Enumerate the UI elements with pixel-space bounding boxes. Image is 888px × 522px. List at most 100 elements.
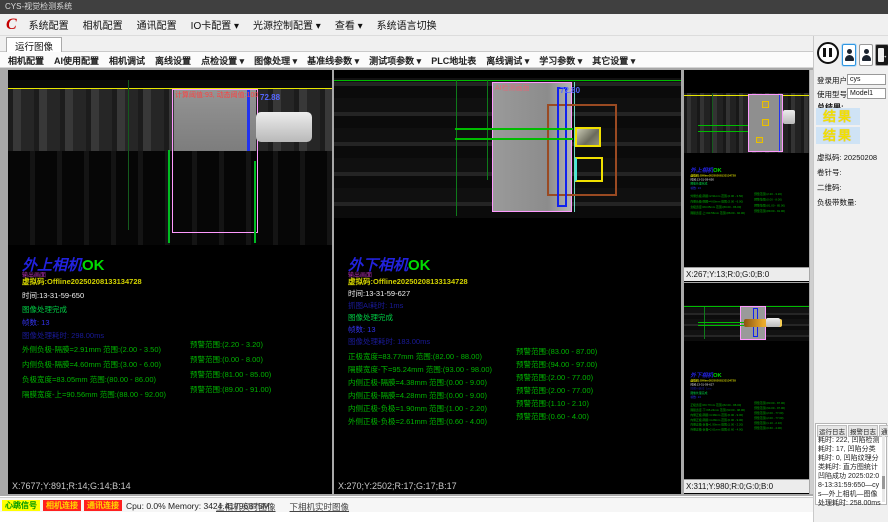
log-scrollbar[interactable] (882, 436, 885, 502)
toolbar-item[interactable]: 相机调试 (109, 56, 145, 66)
status-badge: 相机连接 (43, 500, 81, 511)
info-field-row: 负极带数量: (817, 197, 857, 208)
mini-camera-image-upper[interactable] (684, 93, 809, 153)
cursor-coordinates: X:311;Y:980;R:0;G:0;B:0 (686, 482, 773, 491)
result-indicator: 结果 (816, 108, 860, 125)
exit-button[interactable] (875, 44, 888, 66)
measurement-row: 内侧正极-隔膜=4.38mm 范围:(0.00 - 9.00) 预警范围:(2.… (348, 372, 679, 385)
baseline-yellow-line (8, 88, 332, 89)
time-line: 时间:13-31-59-650 (22, 290, 84, 301)
info-field-row: 卷针号: (817, 167, 842, 178)
process-done-line: 图像处理完成 (22, 304, 67, 315)
measure-green-line-1 (455, 128, 573, 130)
marker-yellow-3 (756, 137, 763, 143)
camera-panel-lower: AI检测画面 72.80 外下相机OK 输出画面 虚拟码:Offline2025… (334, 70, 681, 494)
log-text: 耗时: 222, 凹陷检测耗时: 17, 凹陷分类耗时: 0, 凹陷纹理分类耗时… (818, 436, 882, 508)
process-done-line: 图像处理完成 (348, 312, 393, 323)
menu-item[interactable]: 系统语言切换 (377, 21, 437, 32)
login-user-button[interactable] (842, 44, 856, 66)
camera-panel-upper: 计算阈值:93, 动态阈值:100 72.88 外上相机OK 输出画面 虚拟码:… (8, 70, 332, 494)
roi-rect-pink (172, 89, 258, 233)
barcode-line: 虚拟码:Offline20250208133134728 (22, 276, 142, 287)
camera-image-upper[interactable]: 计算阈值:93, 动态阈值:100 72.88 (8, 80, 332, 245)
defect-box-yellow-2 (575, 157, 603, 182)
measurement-row: 外侧负极-隔膜=2.91mm 范围:(2.00 - 3.50) 预警范围:(2.… (22, 339, 330, 354)
baseline-green-vertical-2 (487, 80, 488, 180)
toolbar-item[interactable]: 点检设置 ▾ (201, 56, 244, 66)
user-manage-button[interactable] (859, 44, 873, 66)
measurement-row: 负极宽度=83.05mm 范围:(80.00 - 86.00) 预警范围:(81… (22, 369, 330, 384)
gauge-blue-line (779, 95, 780, 151)
app-window: CYS-视觉检测系统 C 系统配置相机配置通讯配置IO卡配置 ▾光源控制配置 ▾… (0, 0, 888, 522)
measurement-row: 外侧正极-负极=2.61mm 范围:(0.60 - 4.00) 预警范围:(0.… (348, 411, 679, 424)
measurement-row: 正极宽度=83.77mm 范围:(82.00 - 88.00) 预警范围:(83… (348, 346, 679, 359)
baseline-yellow-line (684, 95, 809, 96)
menu-item[interactable]: 光源控制配置 ▾ (253, 21, 321, 32)
menu-bar: C 系统配置相机配置通讯配置IO卡配置 ▾光源控制配置 ▾查看 ▾系统语言切换 (0, 14, 888, 36)
time-line: 时间:13-31-59-627 (348, 288, 410, 299)
gauge-value-text: 72.80 (560, 86, 580, 95)
camera-image-link[interactable]: 上相机实时图像 (216, 501, 276, 513)
measurement-list: 外侧负极-隔膜=2.91mm 范围:(2.00 - 3.50) 预警范围:(2.… (22, 339, 330, 399)
mini-camera-image-lower[interactable] (684, 305, 809, 341)
cursor-coordinates: X:270;Y:2502;R:17;G:17;B:17 (338, 481, 457, 491)
measurement-list: 正极宽度=83.77mm 范围:(82.00 - 88.00) 预警范围:(83… (348, 346, 679, 424)
menu-item[interactable]: 相机配置 (83, 21, 123, 32)
menu-item[interactable]: 通讯配置 (137, 21, 177, 32)
toolbar-item[interactable]: 学习参数 ▾ (539, 56, 582, 66)
mini-status-bar: X:311;Y:980;R:0;G:0;B:0 (684, 479, 809, 493)
status-badge: 心跳信号 (2, 500, 40, 511)
tool-bar: 相机配置 AI使用配置相机调试离线设置点检设置 ▾ 图像处理 ▾ 基准线参数 ▾ 测试项… (0, 52, 813, 68)
toolbar-item[interactable]: 离线调试 ▾ (486, 56, 529, 66)
toolbar-item[interactable]: PLC地址表 (431, 56, 476, 66)
toolbar-item[interactable]: 测试项参数 ▾ (369, 56, 421, 66)
main-area: 计算阈值:93, 动态阈值:100 72.88 外上相机OK 输出画面 虚拟码:… (0, 68, 813, 496)
measurement-row: 隔膜宽度-上=90.56mm 范围:(88.00 - 92.00) 预警范围:(… (22, 384, 330, 399)
camera-image-links: 上相机实时图像 下相机实时图像 (216, 501, 349, 513)
marker-yellow-1 (762, 101, 769, 108)
toolbar-item[interactable]: 基准线参数 ▾ (307, 56, 359, 66)
baseline-green-line (128, 80, 129, 230)
pause-button[interactable] (817, 42, 839, 64)
toolbar-item[interactable]: 离线设置 (155, 56, 191, 66)
menu-item[interactable]: IO卡配置 ▾ (191, 21, 239, 32)
cursor-coordinates: X:7677;Y:891;R:14;G:14;B:14 (12, 481, 131, 491)
window-title: CYS-视觉检测系统 (5, 2, 72, 11)
gauge-blue-rect (557, 87, 567, 207)
barcode-line: 虚拟码:Offline20250208133134728 (348, 276, 468, 287)
toolbar-item[interactable]: AI使用配置 (54, 56, 99, 66)
connector-part (766, 318, 780, 327)
measurement-row: 内侧正极-负极=1.90mm 范围:(1.00 - 2.20) 预警范围:(1.… (348, 398, 679, 411)
marker-yellow-2 (762, 119, 769, 126)
camera-image-lower[interactable]: AI检测画面 72.80 (334, 78, 681, 218)
mini-panel-upper: 外上相机OK 虚拟码:Offline20250208133134728 时间:1… (684, 70, 809, 282)
gauge-value-text: 72.88 (260, 93, 280, 102)
info-field-row: 虚拟码: 20250208 (817, 152, 877, 163)
toolbar-item[interactable]: 其它设置 ▾ (592, 56, 635, 66)
baseline-green-line (712, 93, 713, 153)
menu-items: 系统配置 相机配置 通讯配置 IO卡配置 ▾ 光源控制配置 ▾ 查看 ▾ 系统语言切换 (29, 16, 451, 34)
menu-item[interactable]: 系统配置 (29, 21, 69, 32)
login-user-field[interactable]: cys (847, 74, 886, 85)
camera-image-link[interactable]: 下相机实时图像 (290, 501, 350, 513)
status-badge: 通讯连接 (84, 500, 122, 511)
mini-status-bar: X:267;Y:13;R:0;G:0;B:0 (684, 267, 809, 281)
log-scrollbar-thumb[interactable] (882, 476, 885, 489)
menu-item[interactable]: 查看 ▾ (335, 21, 363, 32)
edge-green-line-right (254, 161, 256, 243)
measurement-row: 内侧负极-隔膜=4.60mm 范围:(3.00 - 6.00) 预警范围:(0.… (22, 354, 330, 369)
connector-part (783, 110, 795, 124)
toolbar-item[interactable]: 图像处理 ▾ (254, 56, 297, 66)
measure-green-line-2 (698, 325, 744, 326)
model-field[interactable]: Model1 (847, 88, 886, 99)
frame-count-line: 帧数: 13 (22, 317, 50, 328)
measure-green-line-1 (698, 125, 748, 126)
toolbar-item[interactable]: 相机配置 (8, 56, 44, 66)
ai-time-line: 抓图AI耗时: 1ms (348, 300, 403, 311)
log-box: 运行日志报警日志通讯日志 耗时: 222, 凹陷检测耗时: 17, 凹陷分类耗时… (815, 423, 887, 505)
result-ok-badge: OK (82, 257, 105, 274)
model-label: 使用型号: (817, 89, 849, 100)
edge-green-line-left (168, 150, 170, 243)
mini-panel-lower: 外下相机OK 虚拟码:Offline20250208133134728 时间:1… (684, 283, 809, 494)
control-side-panel: 登录用户: cys 使用型号: Model1 总结果: 结果结果 虚拟码: 20… (813, 36, 888, 522)
